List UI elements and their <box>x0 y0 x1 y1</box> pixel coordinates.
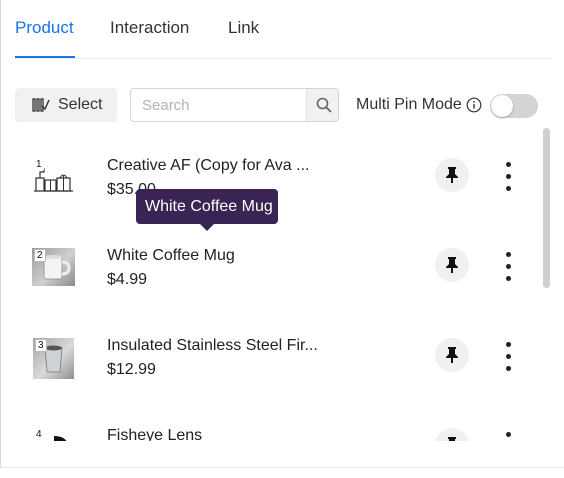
product-price: $12.99 <box>107 361 156 378</box>
product-title: Insulated Stainless Steel Fir... <box>107 337 318 354</box>
more-options-button[interactable] <box>498 249 518 285</box>
product-thumbnail: 4 <box>32 428 75 441</box>
multi-pin-mode-label: Multi Pin Mode <box>356 96 462 113</box>
product-title: Fisheye Lens <box>107 427 203 441</box>
search-icon <box>316 97 332 113</box>
pin-icon <box>446 257 458 273</box>
select-button-label: Select <box>58 96 103 113</box>
product-title: Creative AF (Copy for Ava ... <box>107 157 310 174</box>
tab-bar: Product Interaction Link <box>15 0 552 59</box>
tab-product[interactable]: Product <box>15 18 74 38</box>
panel-bottom-border <box>0 467 564 468</box>
pin-button[interactable] <box>435 158 469 192</box>
product-thumbnail: 2 <box>32 248 75 286</box>
product-row[interactable]: 3 Insulated Stainless Steel Fir... $12.9… <box>0 310 540 400</box>
more-options-button[interactable] <box>498 339 518 375</box>
info-icon[interactable] <box>466 97 482 113</box>
pin-button[interactable] <box>435 338 469 372</box>
tooltip-arrow <box>200 224 214 231</box>
search-input[interactable] <box>131 89 306 121</box>
thumbnail-index: 1 <box>34 159 44 170</box>
product-tooltip: White Coffee Mug <box>136 189 278 231</box>
pin-icon <box>448 437 456 441</box>
thumbnail-index: 2 <box>34 249 46 262</box>
pin-icon <box>446 167 458 183</box>
tab-link[interactable]: Link <box>228 18 259 38</box>
select-button[interactable]: Select <box>15 88 117 122</box>
tab-interaction[interactable]: Interaction <box>110 18 189 38</box>
product-panel: Product Interaction Link Select Multi Pi… <box>0 0 564 478</box>
scrollbar-thumb[interactable] <box>543 128 550 288</box>
search-box <box>130 88 339 122</box>
thumbnail-index: 3 <box>35 339 47 352</box>
product-thumbnail: 1 <box>32 158 75 196</box>
pin-icon <box>446 347 458 363</box>
more-options-button[interactable] <box>498 429 518 441</box>
pin-button[interactable] <box>435 248 469 282</box>
product-thumbnail: 3 <box>33 338 74 379</box>
active-tab-indicator <box>15 56 75 58</box>
product-row[interactable]: 2 White Coffee Mug $4.99 <box>0 220 540 310</box>
thumbnail-index: 4 <box>34 429 44 440</box>
multi-select-icon <box>32 98 50 112</box>
tooltip-text: White Coffee Mug <box>145 198 273 215</box>
multi-pin-mode-toggle[interactable] <box>490 94 538 118</box>
search-button[interactable] <box>306 89 338 121</box>
product-row[interactable]: 4 Fisheye Lens <box>0 400 540 441</box>
product-price: $4.99 <box>107 271 148 288</box>
more-options-button[interactable] <box>498 159 518 195</box>
pin-button[interactable] <box>435 428 469 441</box>
toggle-knob <box>491 95 513 117</box>
product-list: 1 Creative AF (Copy for Ava ... $35.00 2… <box>0 130 552 441</box>
list-scrollbar[interactable] <box>543 128 551 444</box>
product-title: White Coffee Mug <box>107 247 235 264</box>
